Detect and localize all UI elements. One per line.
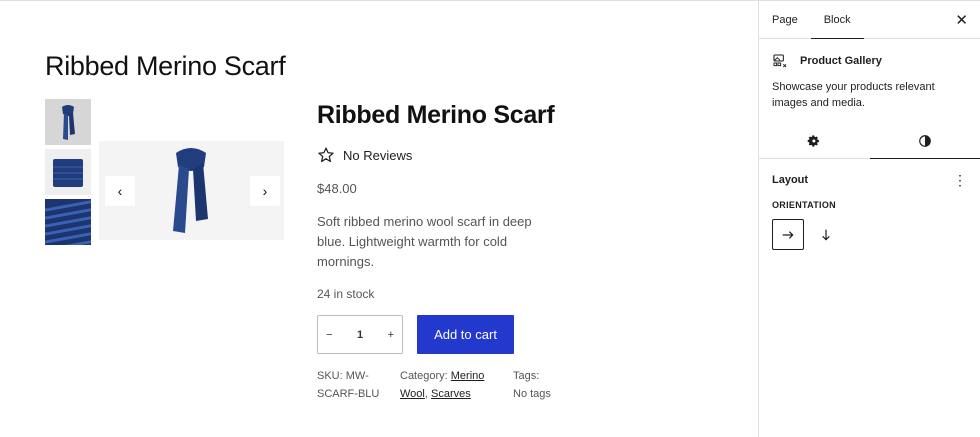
tab-block[interactable]: Block xyxy=(810,1,864,39)
product-rating: No Reviews xyxy=(317,146,412,164)
category-link[interactable]: Scarves xyxy=(431,388,471,400)
block-title: Product Gallery xyxy=(800,55,882,67)
product-description: Soft ribbed merino wool scarf in deep bl… xyxy=(317,214,532,269)
tab-settings[interactable] xyxy=(759,123,870,158)
product-price: $48.00 xyxy=(317,181,357,196)
chevron-right-icon: › xyxy=(262,183,268,199)
product-tags: Tags: No tags xyxy=(513,367,573,403)
gallery-thumbnails xyxy=(45,99,92,249)
settings-sidebar: Page Block ✕ Product Gallery Showcase yo… xyxy=(758,0,980,437)
scarf-thumbnail-knit-detail xyxy=(45,199,91,245)
scarf-thumbnail-folded xyxy=(45,149,91,195)
chevron-left-icon: ‹ xyxy=(117,183,123,199)
quantity-stepper: − 1 + xyxy=(317,315,403,354)
scarf-thumbnail-hanging xyxy=(45,99,91,145)
orientation-label: ORIENTATION xyxy=(772,200,836,210)
orientation-toggle xyxy=(772,219,967,250)
stock-status: 24 in stock xyxy=(317,287,375,301)
sku-label: SKU: xyxy=(317,370,343,382)
gallery-next-button[interactable]: › xyxy=(250,176,280,206)
product-sku: SKU: MW-SCARF-BLU xyxy=(317,367,387,403)
orientation-horizontal-button[interactable] xyxy=(772,219,804,250)
tags-value: No tags xyxy=(513,388,551,400)
thumbnail-1[interactable] xyxy=(45,99,91,145)
arrow-down-icon xyxy=(822,229,830,241)
layout-title: Layout xyxy=(772,174,809,186)
product-gallery-icon xyxy=(773,54,787,68)
tab-page[interactable]: Page xyxy=(759,1,811,38)
block-description: Showcase your products relevant images a… xyxy=(772,81,935,109)
product-title: Ribbed Merino Scarf xyxy=(317,101,555,129)
sidebar-tabs: Page Block ✕ xyxy=(759,1,980,39)
styles-icon xyxy=(918,134,931,147)
gear-icon xyxy=(807,134,820,147)
tab-styles[interactable] xyxy=(869,123,980,159)
arrow-right-icon xyxy=(782,230,794,239)
more-options-icon[interactable]: ⋮ xyxy=(953,173,967,187)
star-outline-icon xyxy=(318,147,334,163)
quantity-increase-button[interactable]: + xyxy=(388,329,394,341)
close-icon[interactable]: ✕ xyxy=(955,11,968,29)
quantity-input[interactable]: 1 xyxy=(357,329,363,341)
block-card: Product Gallery Showcase your products r… xyxy=(759,39,980,123)
tags-label: Tags: xyxy=(513,370,540,382)
thumbnail-3[interactable] xyxy=(45,199,91,245)
inspector-icon-tabs xyxy=(759,123,980,159)
layout-panel: Layout ⋮ ORIENTATION xyxy=(759,159,980,264)
category-label: Category: xyxy=(400,370,448,382)
quantity-decrease-button[interactable]: − xyxy=(326,329,332,341)
gallery-main-image: ‹ › xyxy=(99,141,284,240)
page-title: Ribbed Merino Scarf xyxy=(45,51,286,81)
product-categories: Category: Merino Wool, Scarves xyxy=(400,367,500,403)
orientation-vertical-button[interactable] xyxy=(810,219,842,250)
thumbnail-2[interactable] xyxy=(45,149,91,195)
add-to-cart-button[interactable]: Add to cart xyxy=(417,315,514,354)
editor-canvas: Ribbed Merino Scarf ‹ › Ribbed Merino Sc… xyxy=(0,0,758,437)
gallery-prev-button[interactable]: ‹ xyxy=(105,176,135,206)
reviews-text: No Reviews xyxy=(343,147,413,163)
